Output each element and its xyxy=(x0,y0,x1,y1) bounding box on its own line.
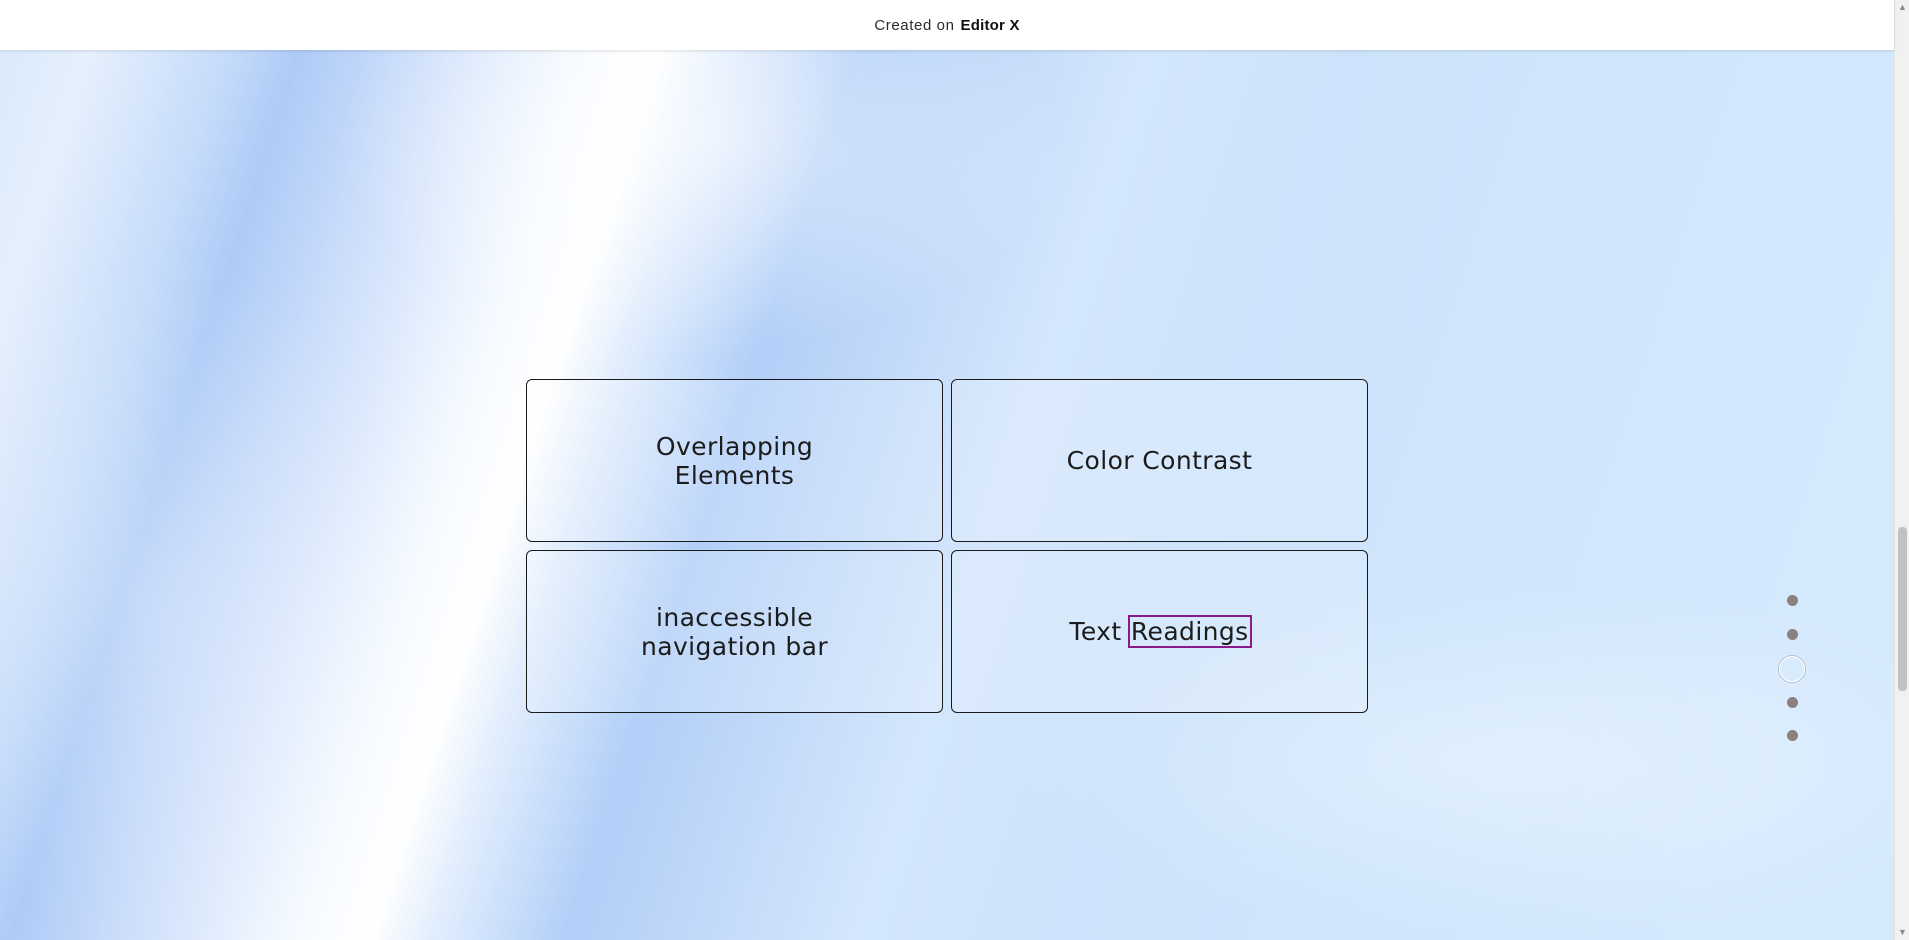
banner-brand[interactable]: Editor X xyxy=(961,17,1020,34)
card-label-focused-word[interactable]: Readings xyxy=(1127,615,1252,648)
section-nav-dot[interactable] xyxy=(1787,629,1798,640)
card-overlapping-elements[interactable]: Overlapping Elements xyxy=(526,379,943,542)
card-label-text: Text xyxy=(1069,617,1130,646)
section-nav-dot[interactable] xyxy=(1787,595,1798,606)
card-label: Color Contrast xyxy=(1066,446,1253,475)
card-color-contrast[interactable]: Color Contrast xyxy=(951,379,1368,542)
vertical-scrollbar[interactable]: ▲ ▼ xyxy=(1894,0,1909,940)
section-nav-dot[interactable] xyxy=(1787,697,1798,708)
card-inaccessible-navigation-bar[interactable]: inaccessible navigation bar xyxy=(526,550,943,713)
editor-x-banner[interactable]: Created on Editor X xyxy=(0,0,1894,50)
section-nav-dot[interactable] xyxy=(1787,730,1798,741)
page: Created on Editor X Overlapping Elements… xyxy=(0,0,1909,940)
banner-prefix: Created on xyxy=(874,16,955,34)
card-text-readings[interactable]: Text Readings xyxy=(951,550,1368,713)
scroll-up-icon[interactable]: ▲ xyxy=(1895,1,1909,13)
card-label: Overlapping Elements xyxy=(655,431,814,490)
background-glow xyxy=(0,0,1894,940)
section-nav-dot-active[interactable] xyxy=(1779,656,1805,682)
card-label: Text Readings xyxy=(1069,615,1252,648)
card-label: inaccessible navigation bar xyxy=(641,602,828,661)
scrollbar-thumb[interactable] xyxy=(1898,527,1907,691)
scroll-down-icon[interactable]: ▼ xyxy=(1895,926,1909,938)
